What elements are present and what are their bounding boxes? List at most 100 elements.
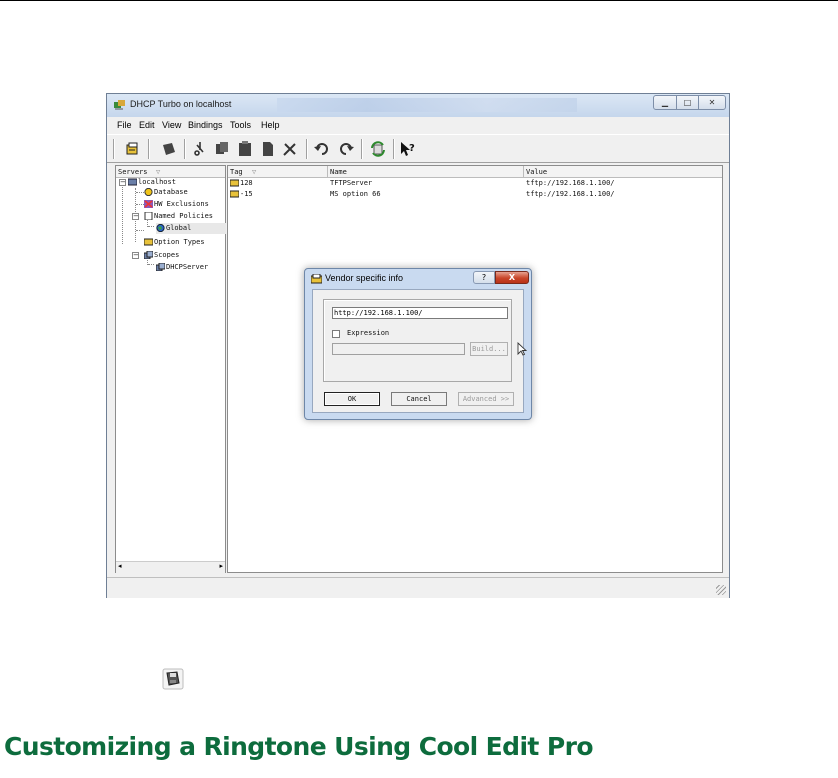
hw-exclusions-icon — [144, 200, 153, 208]
menu-bar: File Edit View Bindings Tools Help — [107, 118, 729, 134]
undo-icon[interactable] — [313, 140, 331, 158]
vendor-value-input[interactable]: http://192.168.1.100/ — [332, 307, 508, 319]
resize-grip[interactable] — [716, 585, 726, 595]
column-header-tag[interactable]: Tag ▽ — [228, 166, 328, 178]
scroll-right-icon[interactable]: ▸ — [219, 562, 223, 570]
maximize-icon: □ — [683, 98, 692, 107]
svg-text:?: ? — [409, 143, 415, 154]
toolbar-separator — [184, 139, 186, 159]
ok-button[interactable]: OK — [324, 392, 380, 406]
toolbar-grip — [113, 139, 115, 159]
tree-horizontal-scrollbar[interactable]: ◂ ▸ — [116, 561, 225, 573]
page-top-rule — [0, 0, 838, 1]
scope-icon — [156, 263, 165, 271]
tree-item-option-types[interactable]: Option Types — [154, 238, 205, 246]
option-row-icon — [230, 179, 239, 187]
menu-file[interactable]: File — [117, 120, 132, 130]
tree-item-localhost[interactable]: localhost — [138, 178, 176, 186]
refresh-icon[interactable] — [369, 140, 387, 158]
server-tree-pane[interactable]: Servers ▽ − localhost Database HW Exclus… — [115, 165, 226, 573]
tree-line — [136, 204, 144, 205]
save-disk-icon — [162, 668, 184, 690]
minimize-button[interactable]: ▁ — [653, 95, 677, 110]
collapse-toggle[interactable]: − — [119, 179, 126, 186]
dialog-help-button[interactable]: ? — [473, 271, 495, 284]
row-1-name[interactable]: TFTPServer — [330, 179, 372, 187]
tree-item-dhcpserver[interactable]: DHCPServer — [166, 263, 208, 271]
page-icon[interactable] — [259, 140, 277, 158]
tree-item-named-policies[interactable]: Named Policies — [154, 212, 213, 220]
section-heading: Customizing a Ringtone Using Cool Edit P… — [4, 732, 594, 761]
redo-icon[interactable] — [337, 140, 355, 158]
maximize-button[interactable]: □ — [676, 95, 699, 110]
tree-item-global[interactable]: Global — [166, 224, 191, 232]
dialog-close-button[interactable]: X — [495, 271, 529, 284]
dialog-group-box: http://192.168.1.100/ Expression Build..… — [323, 299, 512, 382]
sort-indicator-icon: ▽ — [252, 168, 257, 176]
menu-edit[interactable]: Edit — [139, 120, 155, 130]
column-header-value-label: Value — [526, 168, 548, 176]
cube-icon[interactable] — [160, 140, 178, 158]
app-icon — [114, 100, 125, 110]
build-button[interactable]: Build... — [470, 342, 508, 356]
option-row-icon — [230, 190, 239, 198]
toolbar-separator — [393, 139, 395, 159]
title-bar[interactable]: DHCP Turbo on localhost ▁ □ ✕ — [107, 94, 729, 117]
tree-line — [136, 192, 144, 193]
row-1-value[interactable]: tftp://192.168.1.100/ — [526, 179, 615, 187]
tree-header[interactable]: Servers ▽ — [116, 166, 225, 178]
column-header-value[interactable]: Value — [524, 166, 722, 178]
scroll-left-icon[interactable]: ◂ — [118, 562, 122, 570]
tools-icon[interactable] — [281, 140, 299, 158]
cancel-button[interactable]: Cancel — [391, 392, 447, 406]
advanced-button[interactable]: Advanced >> — [458, 392, 514, 406]
collapse-toggle[interactable]: − — [132, 252, 139, 259]
server-icon — [128, 178, 137, 186]
menu-bindings[interactable]: Bindings — [188, 120, 223, 130]
dialog-body: http://192.168.1.100/ Expression Build..… — [312, 289, 524, 413]
row-2-name[interactable]: MS option 66 — [330, 190, 381, 198]
menu-help[interactable]: Help — [261, 120, 280, 130]
whats-this-icon[interactable]: ? — [399, 140, 417, 158]
close-button[interactable]: ✕ — [698, 95, 726, 110]
tree-item-scopes[interactable]: Scopes — [154, 251, 179, 259]
scissors-icon[interactable] — [191, 140, 209, 158]
expression-label: Expression — [347, 329, 390, 337]
dialog-icon — [311, 274, 322, 284]
expression-input[interactable] — [332, 343, 465, 355]
column-header-name[interactable]: Name — [328, 166, 524, 178]
close-icon: ✕ — [708, 98, 716, 107]
row-2-tag[interactable]: -15 — [240, 190, 253, 198]
row-2-value[interactable]: tftp://192.168.1.100/ — [526, 190, 615, 198]
toolbar-separator — [148, 139, 150, 159]
collapse-toggle[interactable]: − — [132, 213, 139, 220]
tree-line — [148, 264, 154, 265]
status-bar — [107, 577, 729, 598]
expression-checkbox[interactable] — [332, 330, 340, 338]
sort-indicator-icon: ▽ — [156, 168, 161, 176]
toolbar-separator — [361, 139, 363, 159]
scopes-icon — [144, 251, 153, 259]
option-types-icon — [144, 238, 153, 246]
tree-item-database[interactable]: Database — [154, 188, 188, 196]
policies-icon — [144, 212, 153, 220]
new-option-icon[interactable] — [124, 140, 142, 158]
tree-line — [122, 182, 123, 244]
tree-item-hw-exclusions[interactable]: HW Exclusions — [154, 200, 209, 208]
toolbar-separator — [306, 139, 308, 159]
copy-icon[interactable] — [213, 140, 231, 158]
menu-view[interactable]: View — [162, 120, 181, 130]
minimize-icon: ▁ — [661, 98, 669, 107]
tree-header-label: Servers — [118, 168, 148, 176]
toolbar: ? — [107, 134, 729, 163]
dialog-title: Vendor specific info — [325, 273, 404, 283]
mouse-cursor-icon — [517, 342, 527, 356]
database-icon — [144, 188, 153, 196]
vendor-specific-info-dialog: Vendor specific info ? X http://192.168.… — [304, 268, 532, 420]
tree-line — [136, 230, 144, 231]
paste-icon[interactable] — [236, 140, 254, 158]
row-1-tag[interactable]: 128 — [240, 179, 253, 187]
blurred-background-window — [277, 98, 577, 112]
column-header-name-label: Name — [330, 168, 347, 176]
menu-tools[interactable]: Tools — [230, 120, 251, 130]
